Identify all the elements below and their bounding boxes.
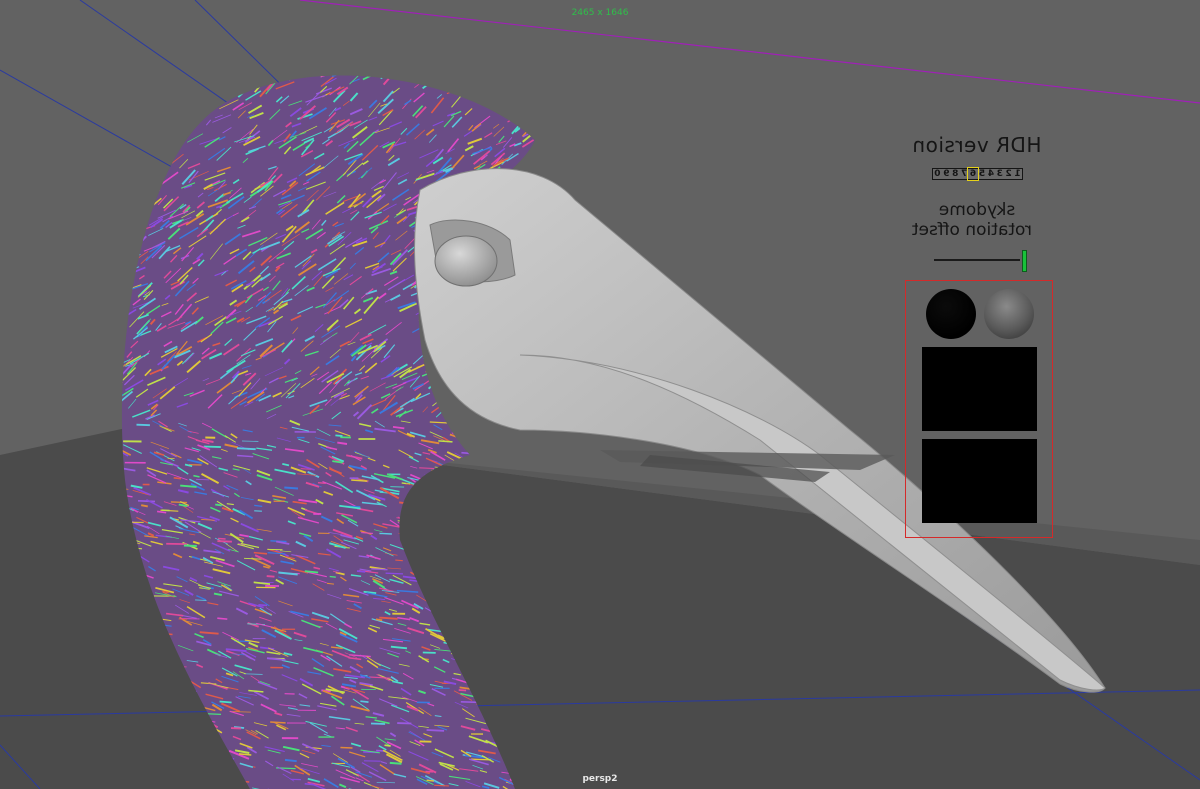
feather-strand (460, 700, 478, 704)
feather-strand (360, 700, 369, 703)
feather-strand (375, 618, 383, 622)
hdr-digit-option[interactable]: 4 (986, 169, 995, 179)
slider-handle[interactable] (1022, 250, 1027, 272)
feather-strand (384, 744, 391, 747)
eye (434, 235, 498, 287)
hdr-digit-option[interactable]: 1 (1013, 169, 1022, 179)
feather-strand (340, 746, 353, 749)
feather-strand (270, 721, 286, 724)
feather-strand (379, 616, 398, 620)
feather-strand (180, 484, 197, 488)
feather-strand (329, 575, 336, 578)
feather-strand (183, 544, 197, 547)
feather-strand (258, 604, 268, 607)
feather-strand (370, 722, 386, 725)
feather-strand (284, 486, 299, 490)
black-card-swatch[interactable] (922, 347, 1037, 431)
shader-swatch-panel (905, 280, 1053, 538)
feather-strand (419, 467, 435, 470)
feather-strand (218, 537, 226, 540)
feather-strand (203, 445, 221, 449)
skydome-rotation-label: skydome rotation offset (911, 200, 1032, 240)
feather-strand (219, 700, 232, 704)
hdr-digit-option[interactable]: 6 (966, 167, 980, 181)
grey-sphere-swatch[interactable] (984, 289, 1034, 339)
black-sphere-swatch[interactable] (926, 289, 976, 339)
slider-track (934, 259, 1020, 261)
feather-strand (385, 572, 404, 575)
hdr-digit-option[interactable]: 3 (995, 169, 1004, 179)
feather-strand (458, 689, 467, 692)
feather-strand (284, 758, 297, 763)
feather-strand (215, 503, 222, 507)
feather-strand (195, 599, 207, 601)
hdr-digit-option[interactable]: 5 (977, 169, 986, 179)
rotation-offset-slider[interactable] (934, 250, 1027, 272)
hdr-digit-option[interactable]: 2 (1004, 169, 1013, 179)
feather-strand (236, 447, 256, 451)
hdr-digit-option[interactable]: 0 (933, 169, 942, 179)
feather-strand (173, 476, 182, 480)
feather-strand (389, 761, 402, 765)
maya-viewport[interactable]: 2465 x 1646 persp2 HDR version 123456789… (0, 0, 1200, 789)
feather-strand (206, 713, 222, 716)
hdr-digit-option[interactable]: 7 (960, 169, 969, 179)
feather-strand (335, 434, 343, 437)
camera-name-label: persp2 (582, 774, 618, 784)
feather-strand (426, 729, 445, 732)
hdr-digit-option[interactable]: 8 (951, 169, 960, 179)
hdr-version-title: HDR version (912, 133, 1042, 157)
feather-strand (356, 570, 366, 573)
feather-strand (434, 784, 449, 787)
feather-strand (304, 570, 319, 574)
feather-strand (395, 559, 403, 562)
feather-strand (141, 504, 148, 508)
feather-strand (266, 575, 275, 578)
hdr-digit-option[interactable]: 9 (942, 169, 951, 179)
feather-strand (371, 568, 388, 571)
hdr-version-selector[interactable]: 1234567890 (932, 167, 1023, 181)
feather-strand (170, 501, 188, 504)
resolution-gate-label: 2465 x 1646 (571, 8, 629, 18)
feather-strand (136, 423, 150, 427)
feather-strand (379, 532, 392, 535)
feather-strand (217, 540, 232, 543)
feather-strand (438, 440, 453, 443)
skydome-label-line1: skydome (938, 200, 1016, 220)
feather-strand (137, 499, 156, 503)
black-card-swatch[interactable] (922, 439, 1037, 523)
feather-strand (217, 617, 228, 620)
skydome-label-line2: rotation offset (911, 220, 1032, 240)
